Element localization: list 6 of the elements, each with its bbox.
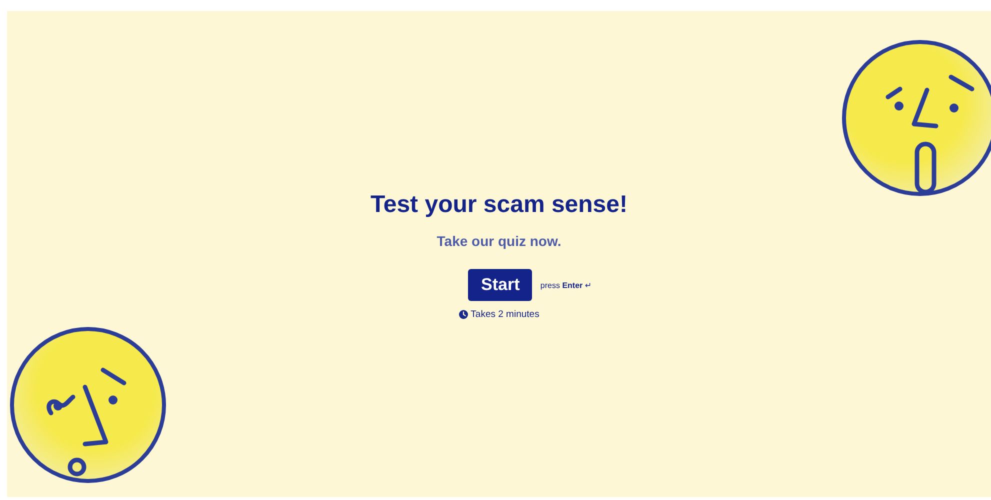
duration-text: Takes 2 minutes (470, 309, 540, 320)
start-button[interactable]: Start (468, 269, 532, 301)
keyboard-hint: press Enter ↵ (540, 280, 592, 290)
quiz-title: Test your scam sense! (370, 191, 628, 219)
clock-icon (458, 310, 468, 319)
quiz-subtitle: Take our quiz now. (436, 233, 562, 249)
